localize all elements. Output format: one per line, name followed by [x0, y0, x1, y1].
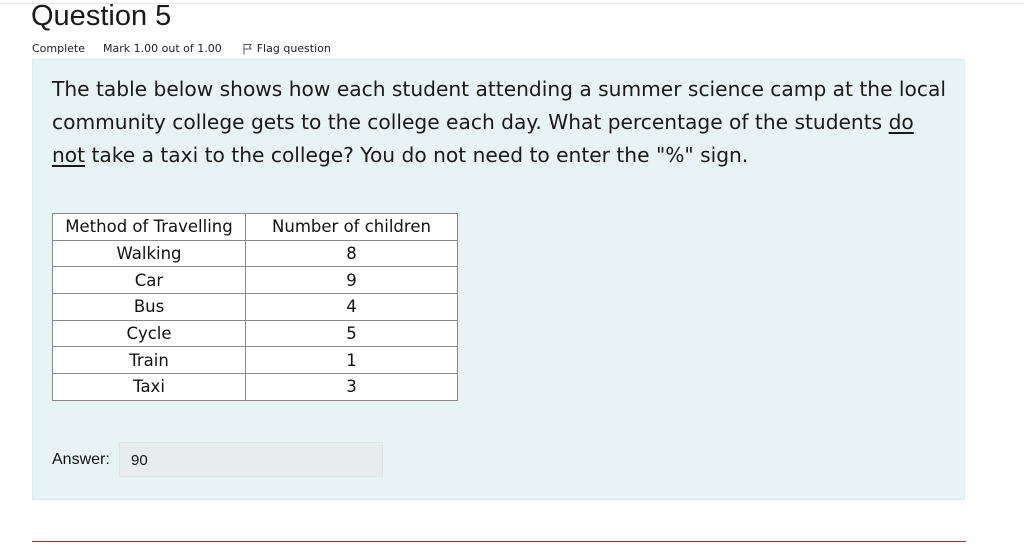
- table-cell-count: 5: [245, 319, 458, 348]
- question-text-part1: The table below shows how each student a…: [52, 77, 946, 134]
- question-title: Question 5: [31, 0, 172, 32]
- bottom-divider: [32, 541, 966, 542]
- table-header-row: Method of Travelling Number of children: [52, 213, 458, 241]
- table-cell-method: Cycle: [52, 319, 246, 348]
- table-cell-count: 4: [245, 293, 458, 321]
- question-mark: Mark 1.00 out of 1.00: [103, 42, 222, 55]
- flag-question-link[interactable]: Flag question: [242, 42, 331, 55]
- question-text-part2: take a taxi to the college? You do not n…: [85, 143, 749, 167]
- table-cell-count: 1: [245, 346, 458, 375]
- table-row: Cycle 5: [52, 319, 458, 348]
- table-cell-method: Car: [52, 266, 246, 295]
- answer-label: Answer:: [52, 451, 110, 468]
- flag-icon: [242, 43, 253, 55]
- table-cell-method: Taxi: [52, 373, 246, 401]
- table-cell-method: Walking: [52, 239, 246, 268]
- table-cell-count: 3: [245, 373, 458, 401]
- table-header-method: Method of Travelling: [52, 213, 246, 241]
- question-text: The table below shows how each student a…: [52, 73, 952, 172]
- question-info: Complete Mark 1.00 out of 1.00 Flag ques…: [32, 42, 331, 55]
- question-content: The table below shows how each student a…: [32, 59, 965, 500]
- question-status: Complete: [32, 42, 86, 55]
- travel-table: Method of Travelling Number of children …: [52, 213, 458, 401]
- answer-input[interactable]: 90: [119, 442, 383, 477]
- table-cell-count: 9: [245, 266, 458, 295]
- flag-question-label: Flag question: [256, 42, 331, 55]
- table-cell-method: Bus: [52, 293, 246, 321]
- table-cell-count: 8: [245, 239, 458, 268]
- table-row: Train 1: [52, 346, 458, 375]
- table-row: Taxi 3: [52, 373, 458, 401]
- table-row: Walking 8: [52, 239, 458, 268]
- table-cell-method: Train: [52, 346, 246, 375]
- table-row: Car 9: [52, 266, 458, 295]
- table-row: Bus 4: [52, 293, 458, 321]
- table-header-count: Number of children: [245, 213, 458, 241]
